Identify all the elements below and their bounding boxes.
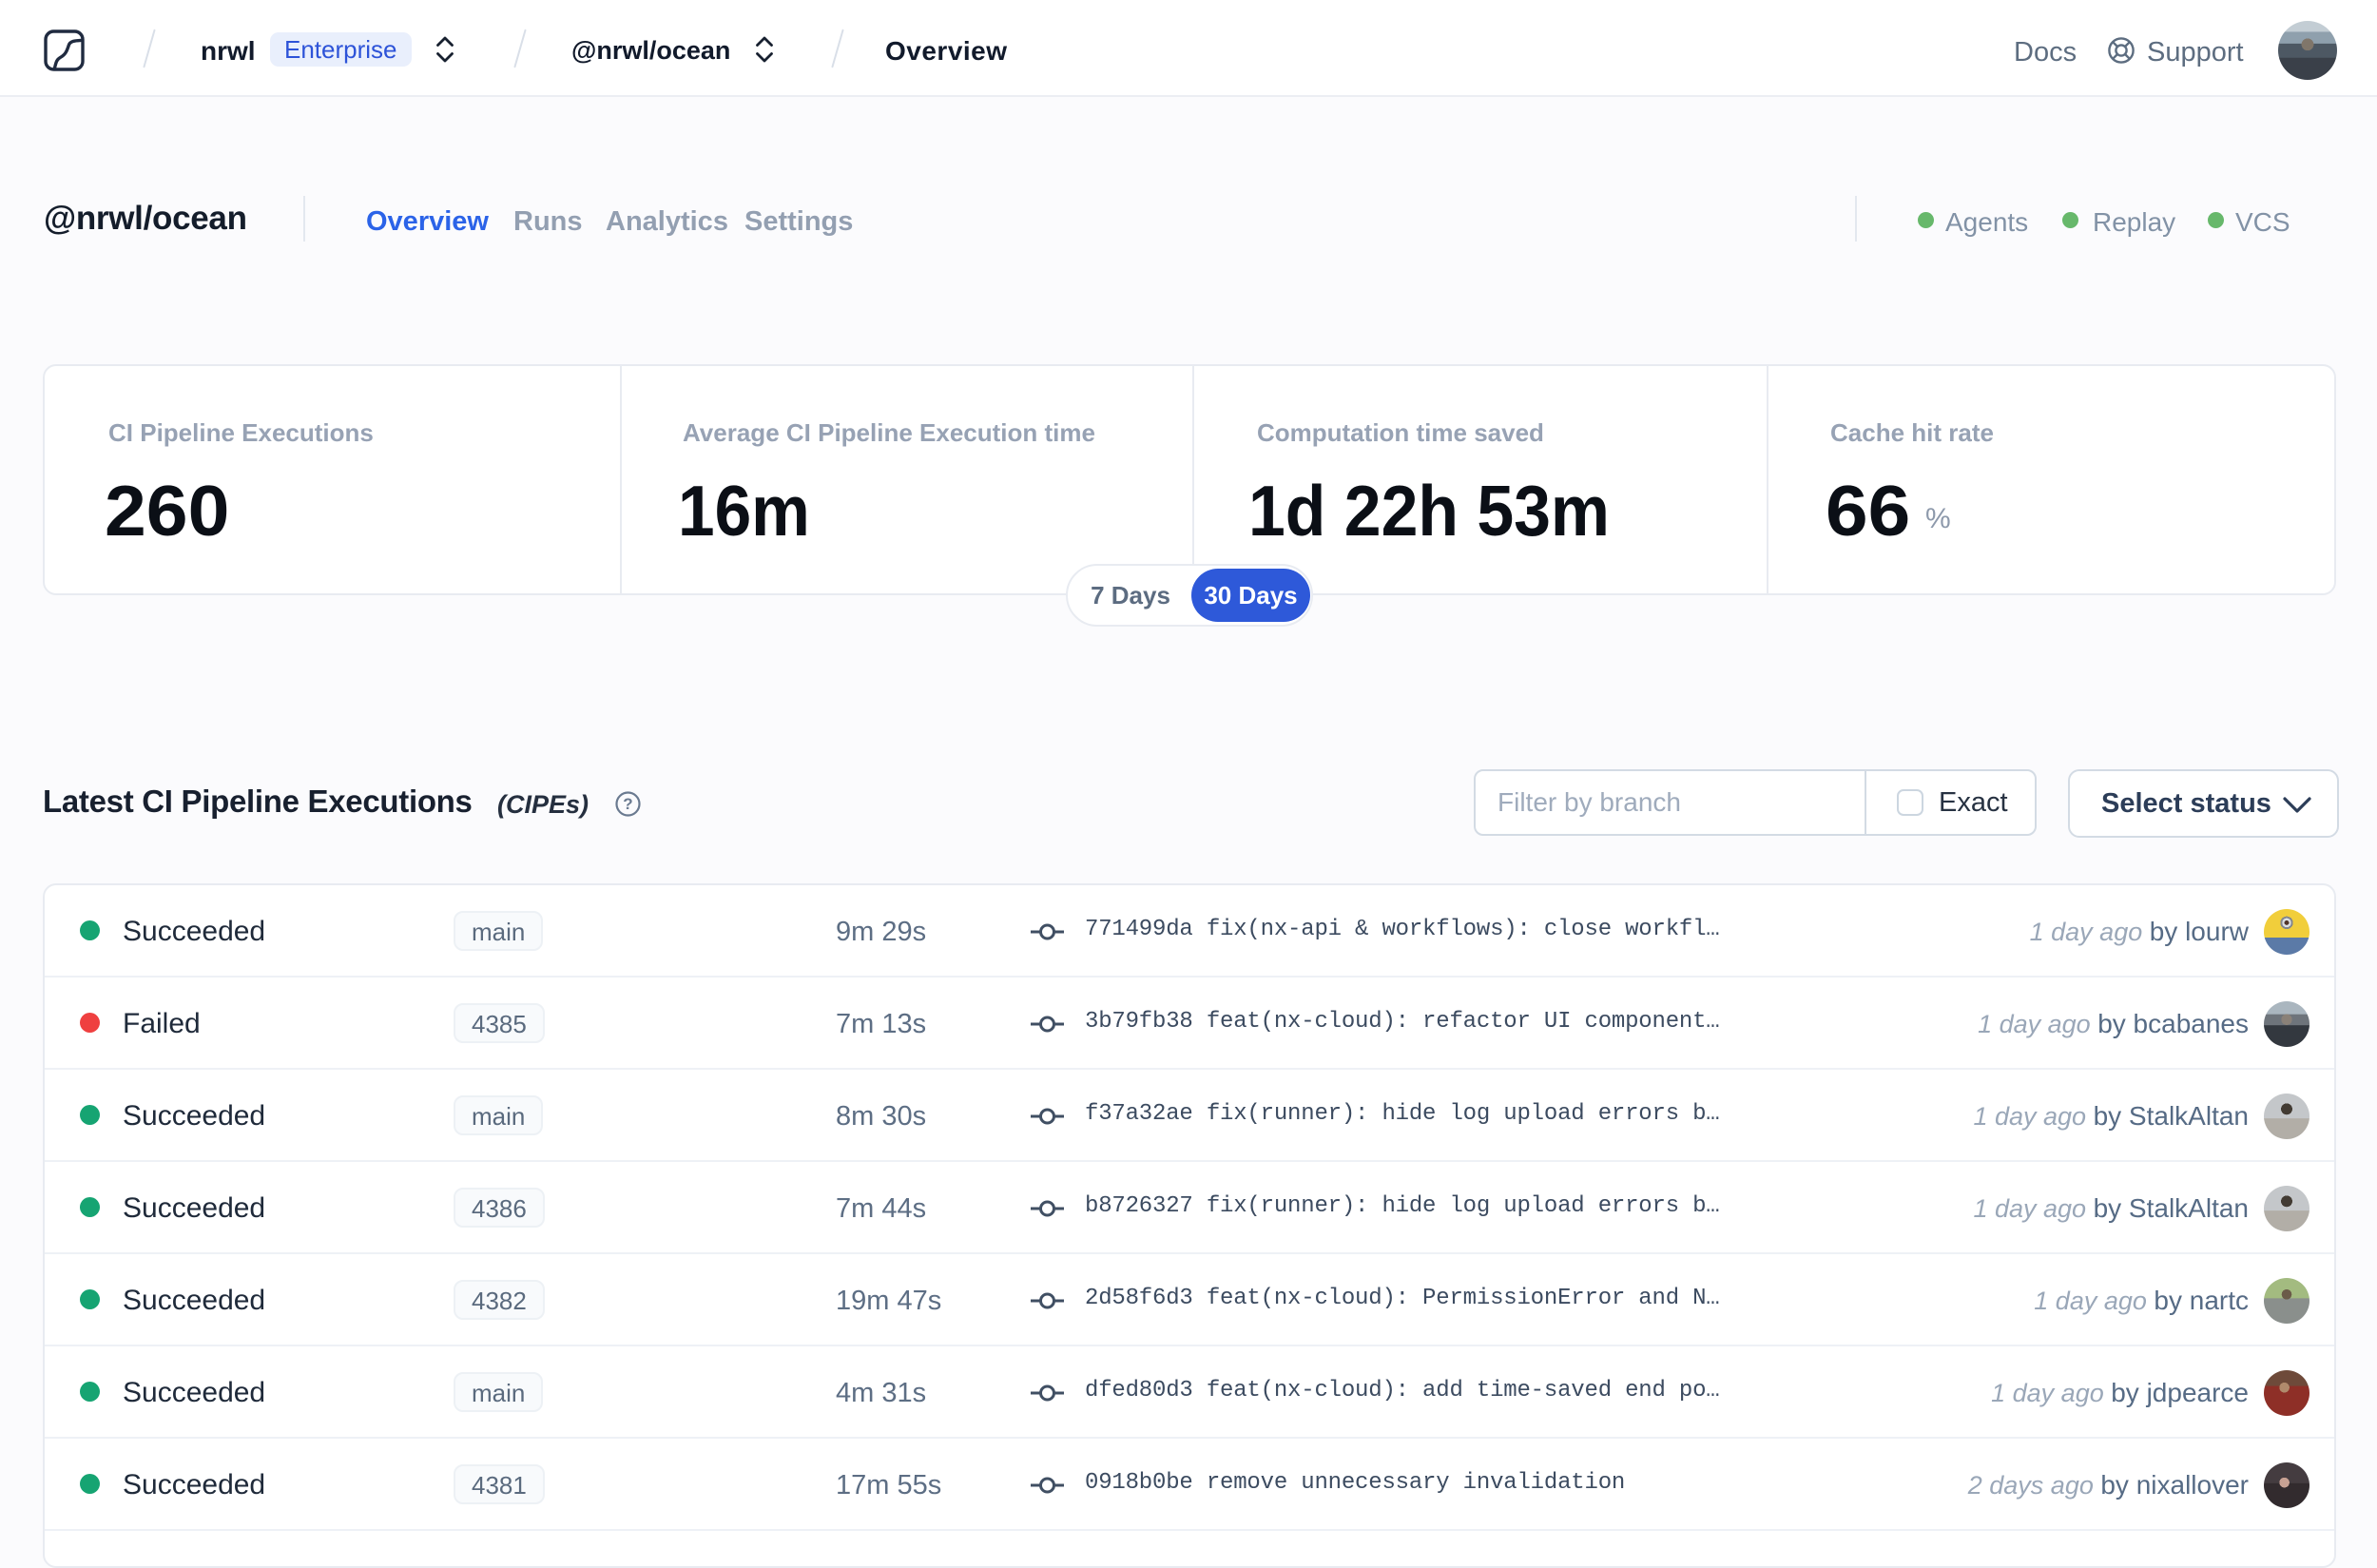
svg-text:?: ? [623,795,632,813]
